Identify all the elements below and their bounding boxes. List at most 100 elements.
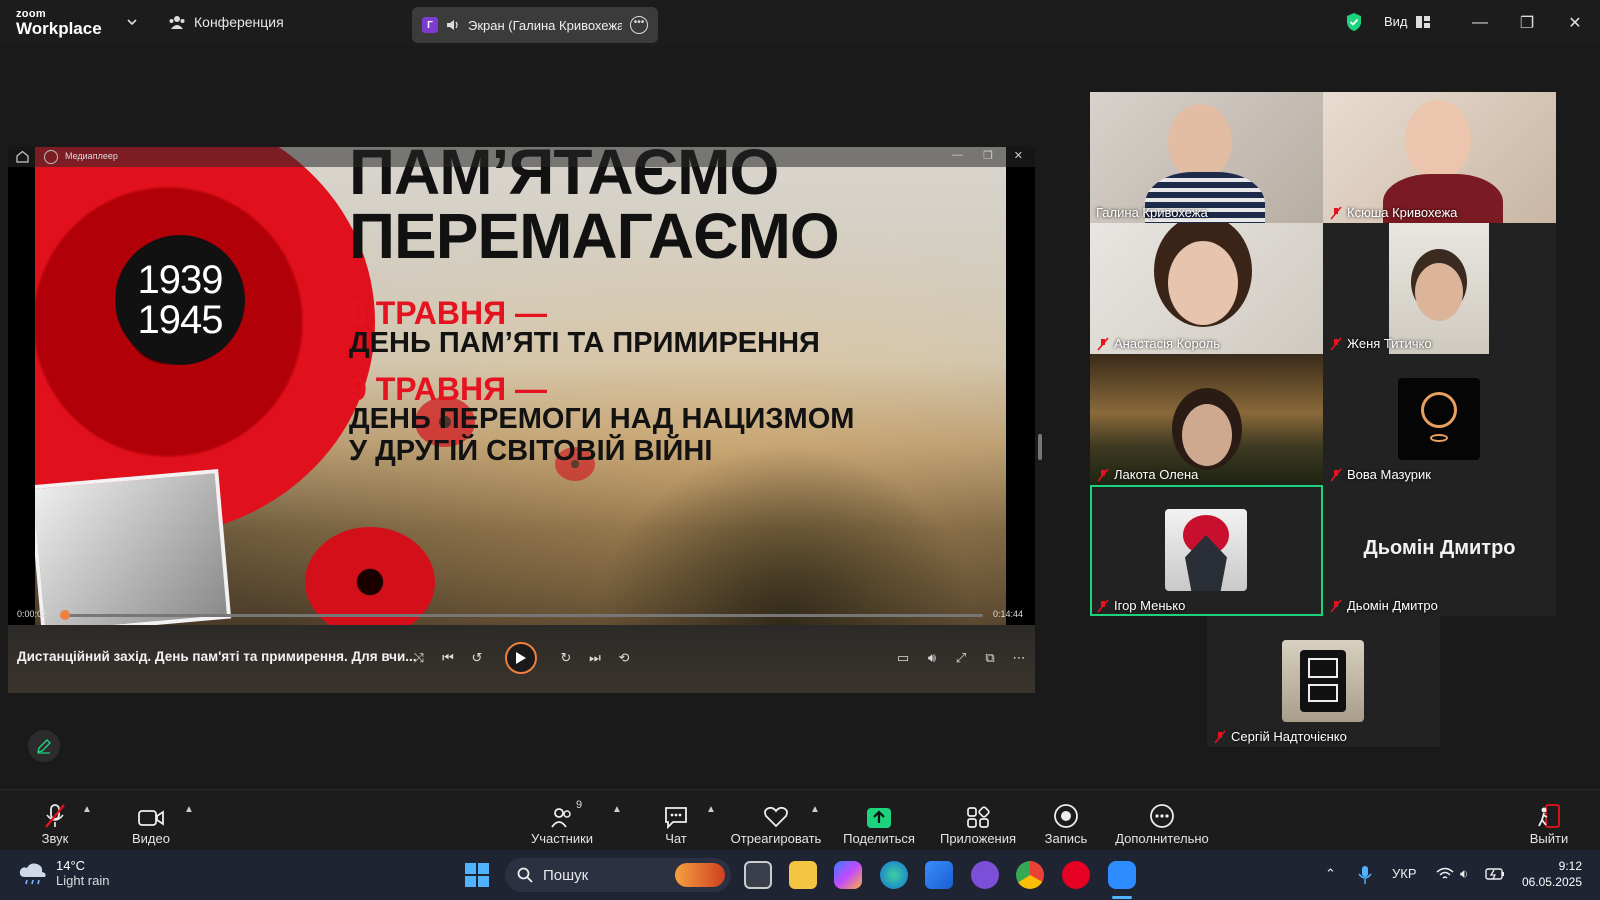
input-language[interactable]: УКР (1392, 866, 1417, 881)
participant-name: Лакота Олена (1096, 467, 1198, 482)
date-may-9-text-1: ДЕНЬ ПЕРЕМОГИ НАД НАЦИЗМОМ (349, 403, 855, 435)
record-button[interactable]: Запись (1043, 796, 1089, 846)
view-button[interactable]: Вид (1384, 14, 1430, 29)
more-button[interactable]: Дополнительно (1113, 796, 1211, 846)
participant-tile[interactable]: Анастасія Король (1090, 223, 1323, 354)
participants-options-caret-icon[interactable]: ▲ (612, 804, 622, 815)
participant-tile[interactable]: Галина Кривохежа (1090, 92, 1323, 223)
chat-label: Чат (665, 831, 687, 846)
participant-tile[interactable]: Ксюша Кривохежа (1323, 92, 1556, 223)
forward-30-icon[interactable]: ↻ (555, 647, 577, 669)
muted-mic-icon (1097, 598, 1109, 613)
mini-player-icon[interactable]: ⧉ (979, 647, 1001, 669)
pinterest-icon[interactable] (1062, 861, 1090, 889)
microsoft-store-icon[interactable] (925, 861, 953, 889)
screen-share-indicator[interactable]: Г Экран (Галина Кривохежа) ••• (412, 7, 658, 43)
media-player-titlebar: Медиаплеер — ❐ ✕ (8, 147, 1035, 167)
react-button[interactable]: Отреагировать (731, 796, 821, 846)
chevron-down-icon[interactable] (125, 15, 139, 29)
seek-thumb[interactable] (59, 610, 70, 620)
active-app-indicator (1112, 896, 1132, 899)
repeat-icon[interactable]: ⟲ (613, 647, 635, 669)
zoom-workplace-logo[interactable]: zoom Workplace (16, 9, 102, 38)
audio-options-caret-icon[interactable]: ▲ (82, 804, 92, 815)
react-options-caret-icon[interactable]: ▲ (810, 804, 820, 815)
viber-icon[interactable] (971, 861, 999, 889)
minimize-window-icon[interactable]: — (1465, 8, 1495, 38)
soldiers-silhouette (596, 445, 976, 625)
volume-icon[interactable]: 🔊︎ (921, 647, 943, 669)
mp-close-icon[interactable]: ✕ (1014, 149, 1023, 162)
restore-window-icon[interactable]: ❐ (1512, 8, 1542, 38)
badge-year-start: 1939 (137, 258, 224, 302)
video-options-caret-icon[interactable]: ▲ (184, 804, 194, 815)
previous-track-icon[interactable]: ⏮ (437, 647, 459, 669)
participant-name: Ксюша Кривохежа (1329, 205, 1457, 220)
participant-tile[interactable]: Сергій Надточієнко (1207, 616, 1440, 747)
leave-button[interactable]: Выйти (1528, 796, 1570, 846)
video-frame[interactable]: 1939 1945 ПАМ’ЯТАЄМО ПЕРЕМАГАЄМО 8 ТРАВН… (35, 147, 1006, 625)
video-button[interactable]: Видео (132, 796, 170, 846)
participants-count: 9 (576, 799, 583, 811)
mp-minimize-icon[interactable]: — (952, 149, 963, 161)
participant-tile[interactable]: Лакота Олена (1090, 354, 1323, 485)
chat-button[interactable]: Чат (660, 796, 692, 846)
edge-browser-icon[interactable] (880, 861, 908, 889)
heart-icon (763, 801, 789, 829)
shuffle-icon[interactable]: ⤨ (408, 647, 430, 669)
weather-widget[interactable]: 14°C Light rain (18, 858, 109, 888)
task-view-icon[interactable] (744, 861, 772, 889)
muted-mic-icon (1330, 205, 1342, 220)
conference-button[interactable]: Конференция (168, 14, 284, 30)
chat-icon (663, 801, 689, 829)
home-icon[interactable] (16, 150, 29, 163)
leave-icon (1536, 801, 1562, 829)
rewind-10-icon[interactable]: ↺ (466, 647, 488, 669)
years-badge: 1939 1945 (115, 235, 245, 365)
file-explorer-icon[interactable] (789, 861, 817, 889)
seek-track[interactable] (62, 614, 983, 617)
logo-graphic (1308, 658, 1338, 678)
taskbar-search[interactable]: Пошук (505, 858, 731, 892)
chrome-icon[interactable] (1016, 861, 1044, 889)
participant-avatar (1398, 378, 1480, 460)
participant-name: Анастасія Король (1096, 336, 1220, 351)
share-screen-button[interactable]: Поделиться (843, 796, 915, 846)
play-button[interactable] (505, 642, 537, 674)
apps-button[interactable]: Приложения (938, 796, 1018, 846)
shared-media-player[interactable]: Медиаплеер — ❐ ✕ 1939 1945 ПАМ’ЯТАЄМО ПЕ… (8, 147, 1035, 693)
wifi-icon[interactable] (1436, 867, 1454, 881)
mp-restore-icon[interactable]: ❐ (983, 149, 993, 162)
more-options-icon[interactable]: ⋯ (1008, 647, 1030, 669)
microphone-icon[interactable] (1358, 865, 1372, 885)
copilot-icon[interactable] (834, 861, 862, 889)
split-view-handle[interactable] (1038, 434, 1042, 460)
apps-label: Приложения (939, 831, 1017, 846)
sharer-avatar: Г (422, 17, 438, 33)
participant-tile[interactable]: Дьомін Дмитро Дьомін Дмитро (1323, 485, 1556, 616)
participants-button[interactable]: 9 Участники (530, 796, 594, 846)
windows-start-icon[interactable] (464, 862, 490, 888)
close-window-icon[interactable]: ✕ (1560, 8, 1590, 38)
more-options-icon[interactable]: ••• (630, 16, 648, 34)
participant-name-text: Галина Кривохежа (1096, 205, 1208, 220)
fullscreen-icon[interactable]: ⤢ (950, 647, 972, 669)
tray-expand-icon[interactable]: ⌃ (1325, 866, 1336, 882)
meeting-stage: Медиаплеер — ❐ ✕ 1939 1945 ПАМ’ЯТАЄМО ПЕ… (0, 46, 1600, 789)
zoom-app-icon[interactable] (1108, 861, 1136, 889)
battery-icon[interactable] (1485, 868, 1505, 880)
participant-tile[interactable]: Вова Мазурик (1323, 354, 1556, 485)
security-shield-icon[interactable] (1345, 12, 1363, 32)
more-label: Дополнительно (1115, 831, 1209, 846)
seek-bar[interactable]: 0:00:02 0:14:44 (8, 601, 1035, 625)
system-clock[interactable]: 9:12 06.05.2025 (1522, 858, 1582, 890)
captions-icon[interactable]: ▭ (892, 647, 914, 669)
volume-icon[interactable]: 🔉︎ (1460, 866, 1468, 882)
audio-button[interactable]: Звук (38, 796, 72, 846)
participant-tile[interactable]: Женя Титичко (1323, 223, 1556, 354)
participant-tile-active-speaker[interactable]: Ігор Менько (1090, 485, 1323, 616)
view-label: Вид (1384, 14, 1408, 29)
next-track-icon[interactable]: ⏭ (584, 647, 606, 669)
annotate-button[interactable] (28, 730, 60, 762)
chat-options-caret-icon[interactable]: ▲ (706, 804, 716, 815)
